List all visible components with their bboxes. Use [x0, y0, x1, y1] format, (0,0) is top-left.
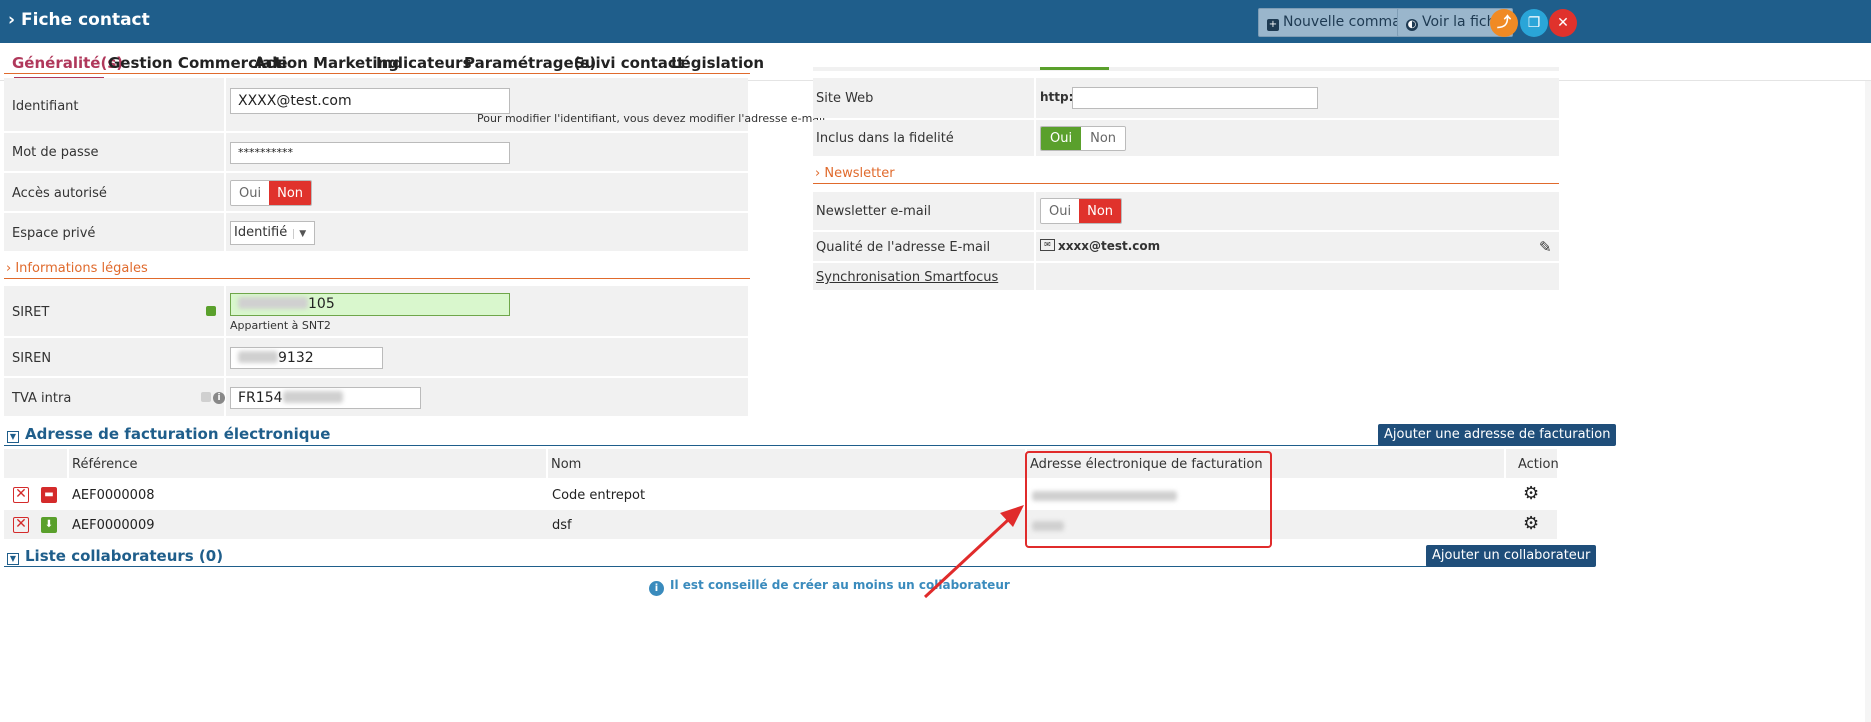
scrollbar[interactable]: [1865, 81, 1871, 722]
arrow-shaft: [923, 518, 1010, 599]
annotation-arrow: [923, 505, 1024, 599]
